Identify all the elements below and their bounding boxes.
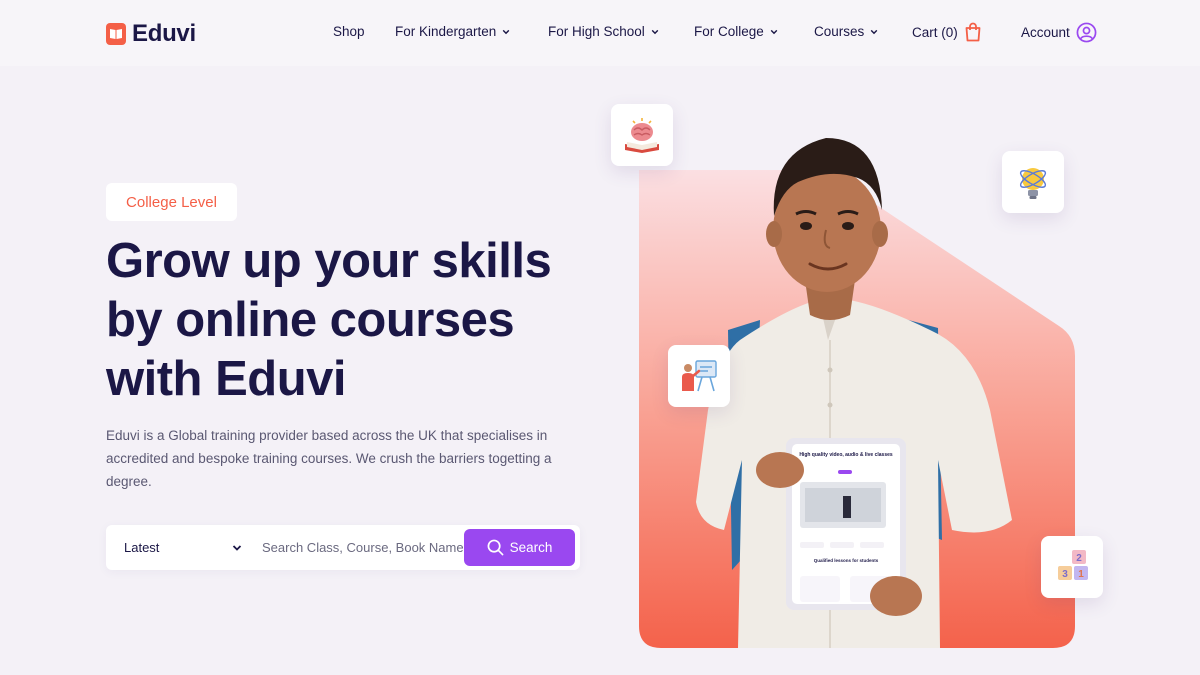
- level-badge: College Level: [106, 183, 237, 221]
- number-blocks-icon: 2 3 1: [1041, 536, 1103, 598]
- cart-label: Cart (0): [912, 24, 958, 40]
- sort-select-value: Latest: [124, 540, 160, 555]
- nav-item-label: For Kindergarten: [395, 24, 497, 39]
- headline-line: with Eduvi: [106, 352, 347, 406]
- headline-line: by online courses: [106, 293, 515, 347]
- nav-item-label: For College: [694, 24, 764, 39]
- book-logo-icon: [106, 23, 126, 45]
- chevron-down-icon: [651, 29, 659, 34]
- nav-item-label: Courses: [814, 24, 865, 39]
- account-label: Account: [1021, 25, 1070, 40]
- search-button-label: Search: [509, 540, 553, 555]
- svg-text:1: 1: [1078, 569, 1084, 580]
- chevron-down-icon: [870, 29, 878, 34]
- tablet-subtitle: Qualified lessons for students: [814, 558, 879, 563]
- logo-text: Eduvi: [132, 20, 196, 47]
- nav-item-kindergarten[interactable]: For Kindergarten: [395, 24, 510, 39]
- sort-select[interactable]: Latest: [106, 525, 252, 570]
- nav-item-label: For High School: [548, 24, 645, 39]
- site-header: Eduvi Shop For Kindergarten For High Sch…: [0, 0, 1200, 66]
- search-button[interactable]: Search: [464, 529, 575, 566]
- svg-text:2: 2: [1076, 553, 1082, 564]
- user-circle-icon: [1076, 22, 1097, 43]
- hero-headline: Grow up your skills by online courses wi…: [106, 232, 606, 409]
- chevron-down-icon: [232, 544, 242, 551]
- svg-text:3: 3: [1062, 569, 1068, 580]
- search-input[interactable]: [262, 532, 466, 563]
- search-bar: Latest Search: [106, 525, 580, 570]
- nav-item-label: Shop: [333, 24, 365, 39]
- chevron-down-icon: [770, 29, 778, 34]
- nav-item-shop[interactable]: Shop: [333, 24, 365, 39]
- cart-link[interactable]: Cart (0): [912, 22, 982, 42]
- headline-line: Grow up your skills: [106, 234, 552, 288]
- lightbulb-atom-icon: [1002, 151, 1064, 213]
- nav-item-college[interactable]: For College: [694, 24, 778, 39]
- hero-description: Eduvi is a Global training provider base…: [106, 428, 552, 489]
- chevron-down-icon: [503, 29, 510, 34]
- search-icon: [487, 539, 504, 556]
- nav-item-courses[interactable]: Courses: [814, 24, 878, 39]
- brain-book-icon: [611, 104, 673, 166]
- shopping-bag-icon: [965, 22, 981, 42]
- nav-item-high-school[interactable]: For High School: [548, 24, 659, 39]
- teacher-board-icon: [668, 345, 730, 407]
- tablet-title: High quality video, audio & live classes: [799, 452, 893, 458]
- student-photo: High quality video, audio & live classes…: [696, 138, 1012, 648]
- account-link[interactable]: Account: [1021, 22, 1097, 43]
- logo[interactable]: Eduvi: [106, 20, 196, 48]
